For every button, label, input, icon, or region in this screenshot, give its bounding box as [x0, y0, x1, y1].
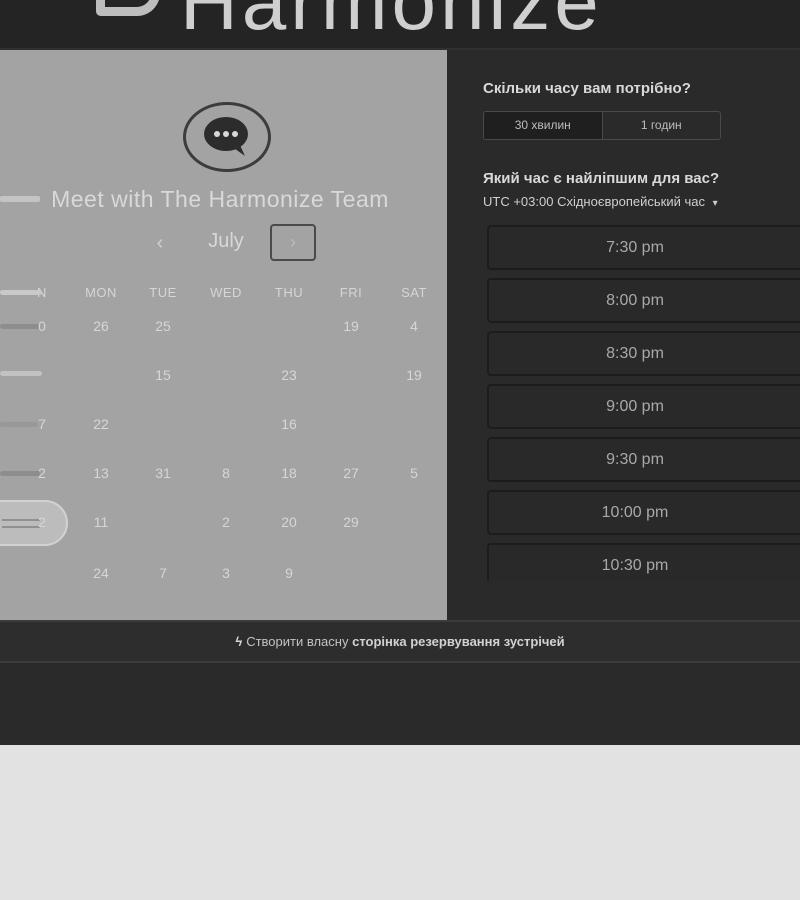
calendar-day[interactable]: 23	[259, 367, 319, 383]
calendar-day[interactable]: 29	[321, 514, 381, 530]
scheduler-app: Harmonize Meet with The Harmonize Team ‹…	[0, 0, 800, 745]
duration-toggle: 30 хвилин 1 годин	[483, 111, 721, 140]
time-slot-button[interactable]: 9:00 pm	[487, 384, 800, 429]
weekday-header: N MON TUE WED THU FRI SAT	[0, 285, 447, 315]
calendar-panel: Meet with The Harmonize Team ‹ July › N …	[0, 50, 447, 620]
meeting-title: Meet with The Harmonize Team	[51, 186, 389, 212]
footer-prefix: Створити власну	[246, 634, 349, 649]
time-slot-list: 7:30 pm 8:00 pm 8:30 pm 9:00 pm 9:30 pm …	[487, 225, 800, 581]
weekday-label: SAT	[401, 285, 427, 300]
calendar-day[interactable]: 20	[259, 514, 319, 530]
next-month-button[interactable]: ›	[270, 224, 316, 261]
calendar-day[interactable]: 0	[12, 318, 72, 334]
calendar-day[interactable]: 13	[71, 465, 131, 481]
calendar-day[interactable]: 2	[12, 465, 72, 481]
calendar-day[interactable]: 25	[133, 318, 193, 334]
duration-option-1hour[interactable]: 1 годин	[603, 112, 721, 139]
duration-option-30min[interactable]: 30 хвилин	[484, 112, 603, 139]
calendar-day[interactable]: 7	[12, 416, 72, 432]
calendar-day[interactable]: 5	[384, 465, 444, 481]
time-panel: Скільки часу вам потрібно? 30 хвилин 1 г…	[447, 50, 800, 620]
weekday-label: TUE	[149, 285, 177, 300]
caret-down-icon: ▾	[712, 198, 718, 209]
calendar-week: 15 23 19	[0, 367, 447, 397]
weekday-bar	[0, 290, 42, 295]
calendar-day[interactable]: 27	[321, 465, 381, 481]
calendar-day[interactable]: 8	[196, 465, 256, 481]
timezone-label: UTC +03:00 Східноєвропейський час	[483, 194, 705, 209]
month-label: July	[208, 230, 244, 252]
weekday-label: THU	[274, 285, 304, 300]
calendar-week: 7 22 16	[0, 416, 447, 446]
calendar-week: 2 13 31 8 18 27 5	[0, 465, 447, 495]
time-slot-button[interactable]: 8:30 pm	[487, 331, 800, 376]
calendar-day[interactable]: 15	[133, 367, 193, 383]
calendar-week: 2 11 2 20 29	[0, 514, 447, 544]
time-slot-button[interactable]: 9:30 pm	[487, 437, 800, 482]
duration-question: Скільки часу вам потрібно?	[483, 80, 691, 97]
calendar-day[interactable]: 18	[259, 465, 319, 481]
time-slot-button[interactable]: 7:30 pm	[487, 225, 800, 270]
calendar-day[interactable]: 9	[259, 565, 319, 581]
weekday-label: WED	[210, 285, 242, 300]
weekday-label: FRI	[339, 285, 363, 300]
calendar-week: 0 26 25 19 4	[0, 318, 447, 348]
brand-logo-icon	[96, 0, 160, 16]
time-slot-button[interactable]: 10:30 pm	[487, 543, 800, 581]
calendar-day[interactable]: 31	[133, 465, 193, 481]
brand-header: Harmonize	[0, 0, 800, 50]
time-question: Який час є найліпшим для вас?	[483, 170, 720, 187]
calendar-day[interactable]: 2	[196, 514, 256, 530]
calendar-day[interactable]: 16	[259, 416, 319, 432]
footer-cta[interactable]: ϟ Створити власну сторінка резервування з…	[0, 634, 800, 649]
calendar-day[interactable]: 3	[196, 565, 256, 581]
footer-link[interactable]: сторінка резервування зустрічей	[352, 634, 565, 649]
calendar-week: 24 7 3 9	[0, 565, 447, 595]
calendar-day[interactable]: 19	[321, 318, 381, 334]
time-slot-button[interactable]: 8:00 pm	[487, 278, 800, 323]
calendar-day[interactable]: 22	[71, 416, 131, 432]
calendar-day[interactable]: 7	[133, 565, 193, 581]
footer-bar: ϟ Створити власну сторінка резервування з…	[0, 620, 800, 663]
calendar-day[interactable]: 4	[384, 318, 444, 334]
calendar-day[interactable]: 26	[71, 318, 131, 334]
sprocket-icon: ϟ	[235, 634, 243, 649]
calendar-day[interactable]: 24	[71, 565, 131, 581]
time-slot-button[interactable]: 10:00 pm	[487, 490, 800, 535]
chat-bubble-icon	[183, 102, 271, 172]
weekday-label: MON	[85, 285, 117, 300]
calendar-day[interactable]: 19	[384, 367, 444, 383]
calendar-day[interactable]: 11	[71, 514, 131, 530]
timezone-select[interactable]: UTC +03:00 Східноєвропейський час ▾	[483, 194, 718, 209]
brand-name: Harmonize	[180, 0, 603, 46]
calendar-day[interactable]: 2	[12, 514, 72, 530]
prev-month-button[interactable]: ‹	[147, 231, 173, 257]
